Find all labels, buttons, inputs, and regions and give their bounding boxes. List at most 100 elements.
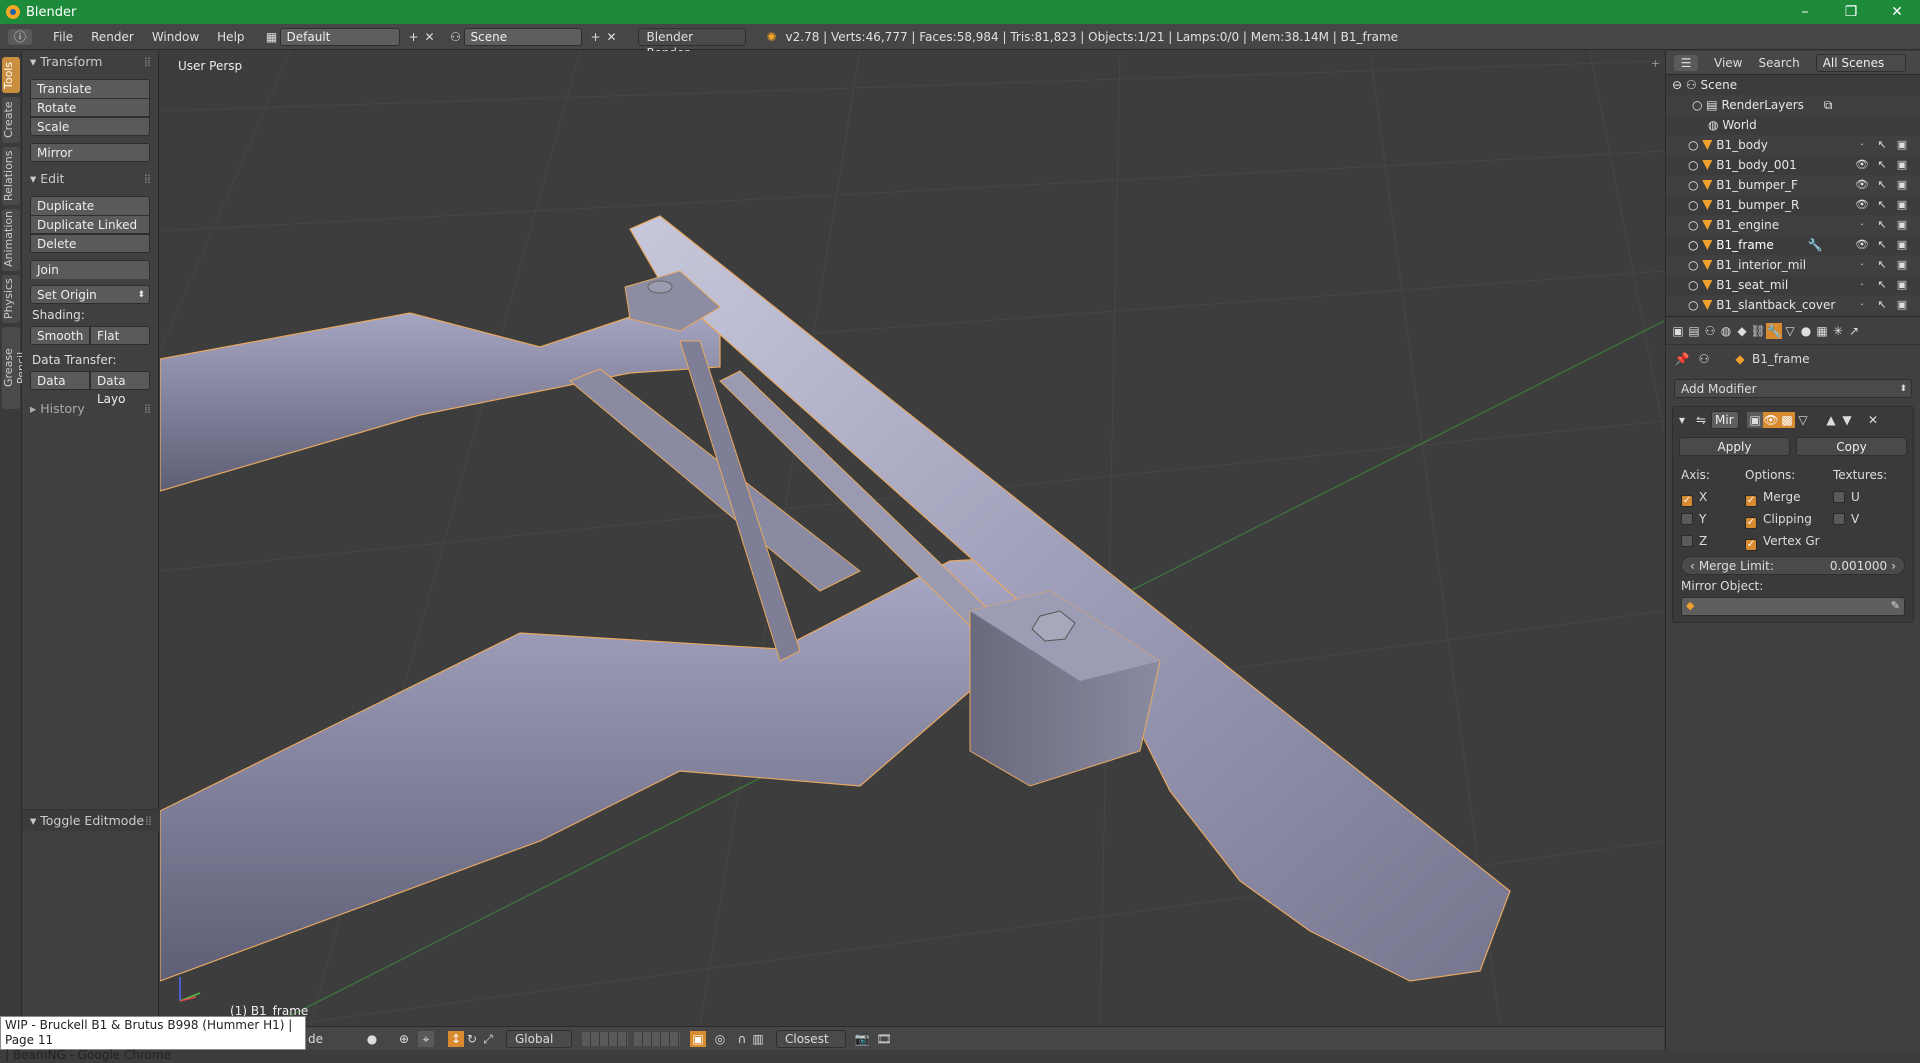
scale-manip-icon[interactable]: ⤢ <box>480 1031 496 1047</box>
layers-tab-icon[interactable]: ▤ <box>1686 323 1702 339</box>
visibility-icon[interactable]: · <box>1852 215 1872 235</box>
join-button[interactable]: Join <box>30 260 150 279</box>
add-scene-icon[interactable]: + <box>588 29 604 45</box>
proportional-edit-icon[interactable]: ◎ <box>712 1031 728 1047</box>
merge-checkbox[interactable]: Merge <box>1745 486 1833 508</box>
axis-y-checkbox[interactable]: Y <box>1681 508 1745 530</box>
shading-sphere-icon[interactable]: ● <box>364 1031 380 1047</box>
select-icon[interactable]: ↖ <box>1872 175 1892 195</box>
object-tab-icon[interactable]: ◆ <box>1734 323 1750 339</box>
translate-button[interactable]: Translate <box>30 79 150 98</box>
tab-physics[interactable]: Physics <box>2 275 20 323</box>
constraints-tab-icon[interactable]: ⛓ <box>1750 323 1766 339</box>
merge-limit-field[interactable]: ‹ Merge Limit: 0.001000 › <box>1681 556 1905 575</box>
opengl-render-icon[interactable]: 📷 <box>854 1031 870 1047</box>
duplicate-linked-button[interactable]: Duplicate Linked <box>30 215 150 234</box>
pin-icon[interactable]: 📌 <box>1674 351 1690 367</box>
physics-tab-icon[interactable]: ↗ <box>1846 323 1862 339</box>
remove-scene-icon[interactable]: ✕ <box>604 29 620 45</box>
delete-button[interactable]: Delete <box>30 234 150 253</box>
data-layout-button[interactable]: Data Layo <box>90 371 150 406</box>
decrement-icon[interactable]: ‹ <box>1690 557 1695 574</box>
menu-render[interactable]: Render <box>91 30 134 44</box>
visibility-icon[interactable]: · <box>1852 275 1872 295</box>
outliner-row-object[interactable]: ○ B1_body_001 👁 ↖ ▣ <box>1666 155 1920 175</box>
move-down-icon[interactable]: ▼ <box>1839 412 1855 428</box>
select-icon[interactable]: ↖ <box>1872 295 1892 315</box>
render-engine-dropdown[interactable]: Blender Render <box>637 27 746 60</box>
menu-help[interactable]: Help <box>217 30 244 44</box>
toggle-editmode-panel-header[interactable]: ▾ Toggle Editmode ⁞⁞ <box>22 809 159 831</box>
eye-icon[interactable]: 👁 <box>1852 235 1872 255</box>
select-icon[interactable]: ↖ <box>1872 255 1892 275</box>
modifier-editmode-icon[interactable]: ▩ <box>1779 412 1796 428</box>
render-icon[interactable]: ▣ <box>1892 255 1912 275</box>
texture-tab-icon[interactable]: ▦ <box>1814 323 1830 339</box>
menu-file[interactable]: File <box>53 30 73 44</box>
eye-icon[interactable]: 👁 <box>1852 195 1872 215</box>
particles-tab-icon[interactable]: ✳ <box>1830 323 1846 339</box>
snap-element-icon[interactable]: ▥ <box>750 1031 766 1047</box>
rotate-button[interactable]: Rotate <box>30 98 150 117</box>
outliner-row-object[interactable]: ○ B1_bumper_F 👁 ↖ ▣ <box>1666 175 1920 195</box>
data-button[interactable]: Data <box>30 371 90 390</box>
eye-icon[interactable]: 👁 <box>1852 175 1872 195</box>
select-icon[interactable]: ↖ <box>1872 155 1892 175</box>
select-icon[interactable]: ↖ <box>1872 235 1892 255</box>
add-layout-icon[interactable]: + <box>406 29 422 45</box>
scene-tab-icon[interactable]: ⚇ <box>1702 323 1718 339</box>
select-icon[interactable]: ↖ <box>1872 135 1892 155</box>
render-icon[interactable]: ▣ <box>1892 155 1912 175</box>
tab-grease-pencil[interactable]: Grease Pencil <box>2 327 28 409</box>
outliner-row-object[interactable]: ○ B1_interior_mil · ↖ ▣ <box>1666 255 1920 275</box>
snap-target-dropdown[interactable]: Closest <box>776 1029 846 1048</box>
vertex-groups-checkbox[interactable]: Vertex Gr <box>1745 530 1833 552</box>
select-icon[interactable]: ↖ <box>1872 215 1892 235</box>
mirror-button[interactable]: Mirror <box>30 143 150 162</box>
history-panel-header[interactable]: ▸ History ⁞⁞ <box>22 398 158 420</box>
select-icon[interactable]: ↖ <box>1872 195 1892 215</box>
layers-grid-1[interactable] <box>582 1031 628 1046</box>
duplicate-button[interactable]: Duplicate <box>30 196 150 215</box>
transform-panel-header[interactable]: ▾ Transform ⁞⁞ <box>22 51 158 73</box>
copy-button[interactable]: Copy <box>1796 437 1907 456</box>
eyedropper-icon[interactable]: ✎ <box>1891 599 1900 612</box>
texture-u-checkbox[interactable]: U <box>1833 486 1887 508</box>
render-tab-icon[interactable]: ▣ <box>1670 323 1686 339</box>
mode-dropdown[interactable]: de <box>308 1032 348 1046</box>
data-tab-icon[interactable]: ▽ <box>1782 323 1798 339</box>
manipulator-icon[interactable]: ⌖ <box>418 1030 434 1047</box>
render-icon[interactable]: ▣ <box>1892 175 1912 195</box>
render-icon[interactable]: ▣ <box>1892 235 1912 255</box>
outliner-row-renderlayers[interactable]: ○ ▤ RenderLayers ⧉ <box>1666 95 1920 115</box>
outliner-row-scene[interactable]: ⊖ ⚇ Scene <box>1666 75 1920 95</box>
material-tab-icon[interactable]: ● <box>1798 323 1814 339</box>
outliner-row-object[interactable]: ○ B1_seat_mil · ↖ ▣ <box>1666 275 1920 295</box>
scene-icon[interactable]: ⚇ <box>448 29 464 45</box>
outliner-row-object[interactable]: ○ B1_slantback_cover · ↖ ▣ <box>1666 295 1920 315</box>
clipping-checkbox[interactable]: Clipping <box>1745 508 1833 530</box>
lock-layers-icon[interactable]: ▣ <box>690 1030 706 1047</box>
modifier-cage-icon[interactable]: ▽ <box>1795 412 1811 428</box>
viewport-corner-plus-icon[interactable]: + <box>1651 57 1660 70</box>
outliner-filter-dropdown[interactable]: All Scenes <box>1815 53 1906 72</box>
outliner-view-menu[interactable]: View <box>1714 56 1742 70</box>
axis-x-checkbox[interactable]: X <box>1681 486 1745 508</box>
select-icon[interactable]: ↖ <box>1872 275 1892 295</box>
render-icon[interactable]: ▣ <box>1892 135 1912 155</box>
close-button[interactable]: ✕ <box>1874 4 1920 20</box>
increment-icon[interactable]: › <box>1891 557 1896 574</box>
info-editor-icon[interactable]: ⓘ <box>8 28 32 45</box>
apply-button[interactable]: Apply <box>1679 437 1790 456</box>
collapse-modifier-icon[interactable]: ▾ <box>1679 413 1685 427</box>
move-up-icon[interactable]: ▲ <box>1823 412 1839 428</box>
visibility-icon[interactable]: · <box>1852 135 1872 155</box>
orientation-dropdown[interactable]: Global <box>506 1029 572 1048</box>
outliner-row-object[interactable]: ○ B1_engine · ↖ ▣ <box>1666 215 1920 235</box>
render-icon[interactable]: ▣ <box>1892 215 1912 235</box>
eye-icon[interactable]: 👁 <box>1852 155 1872 175</box>
render-icon[interactable]: ▣ <box>1892 275 1912 295</box>
tab-create[interactable]: Create <box>2 97 20 143</box>
outliner-row-object-active[interactable]: ○ B1_frame 🔧 👁 ↖ ▣ <box>1666 235 1920 255</box>
flat-button[interactable]: Flat <box>90 326 150 345</box>
